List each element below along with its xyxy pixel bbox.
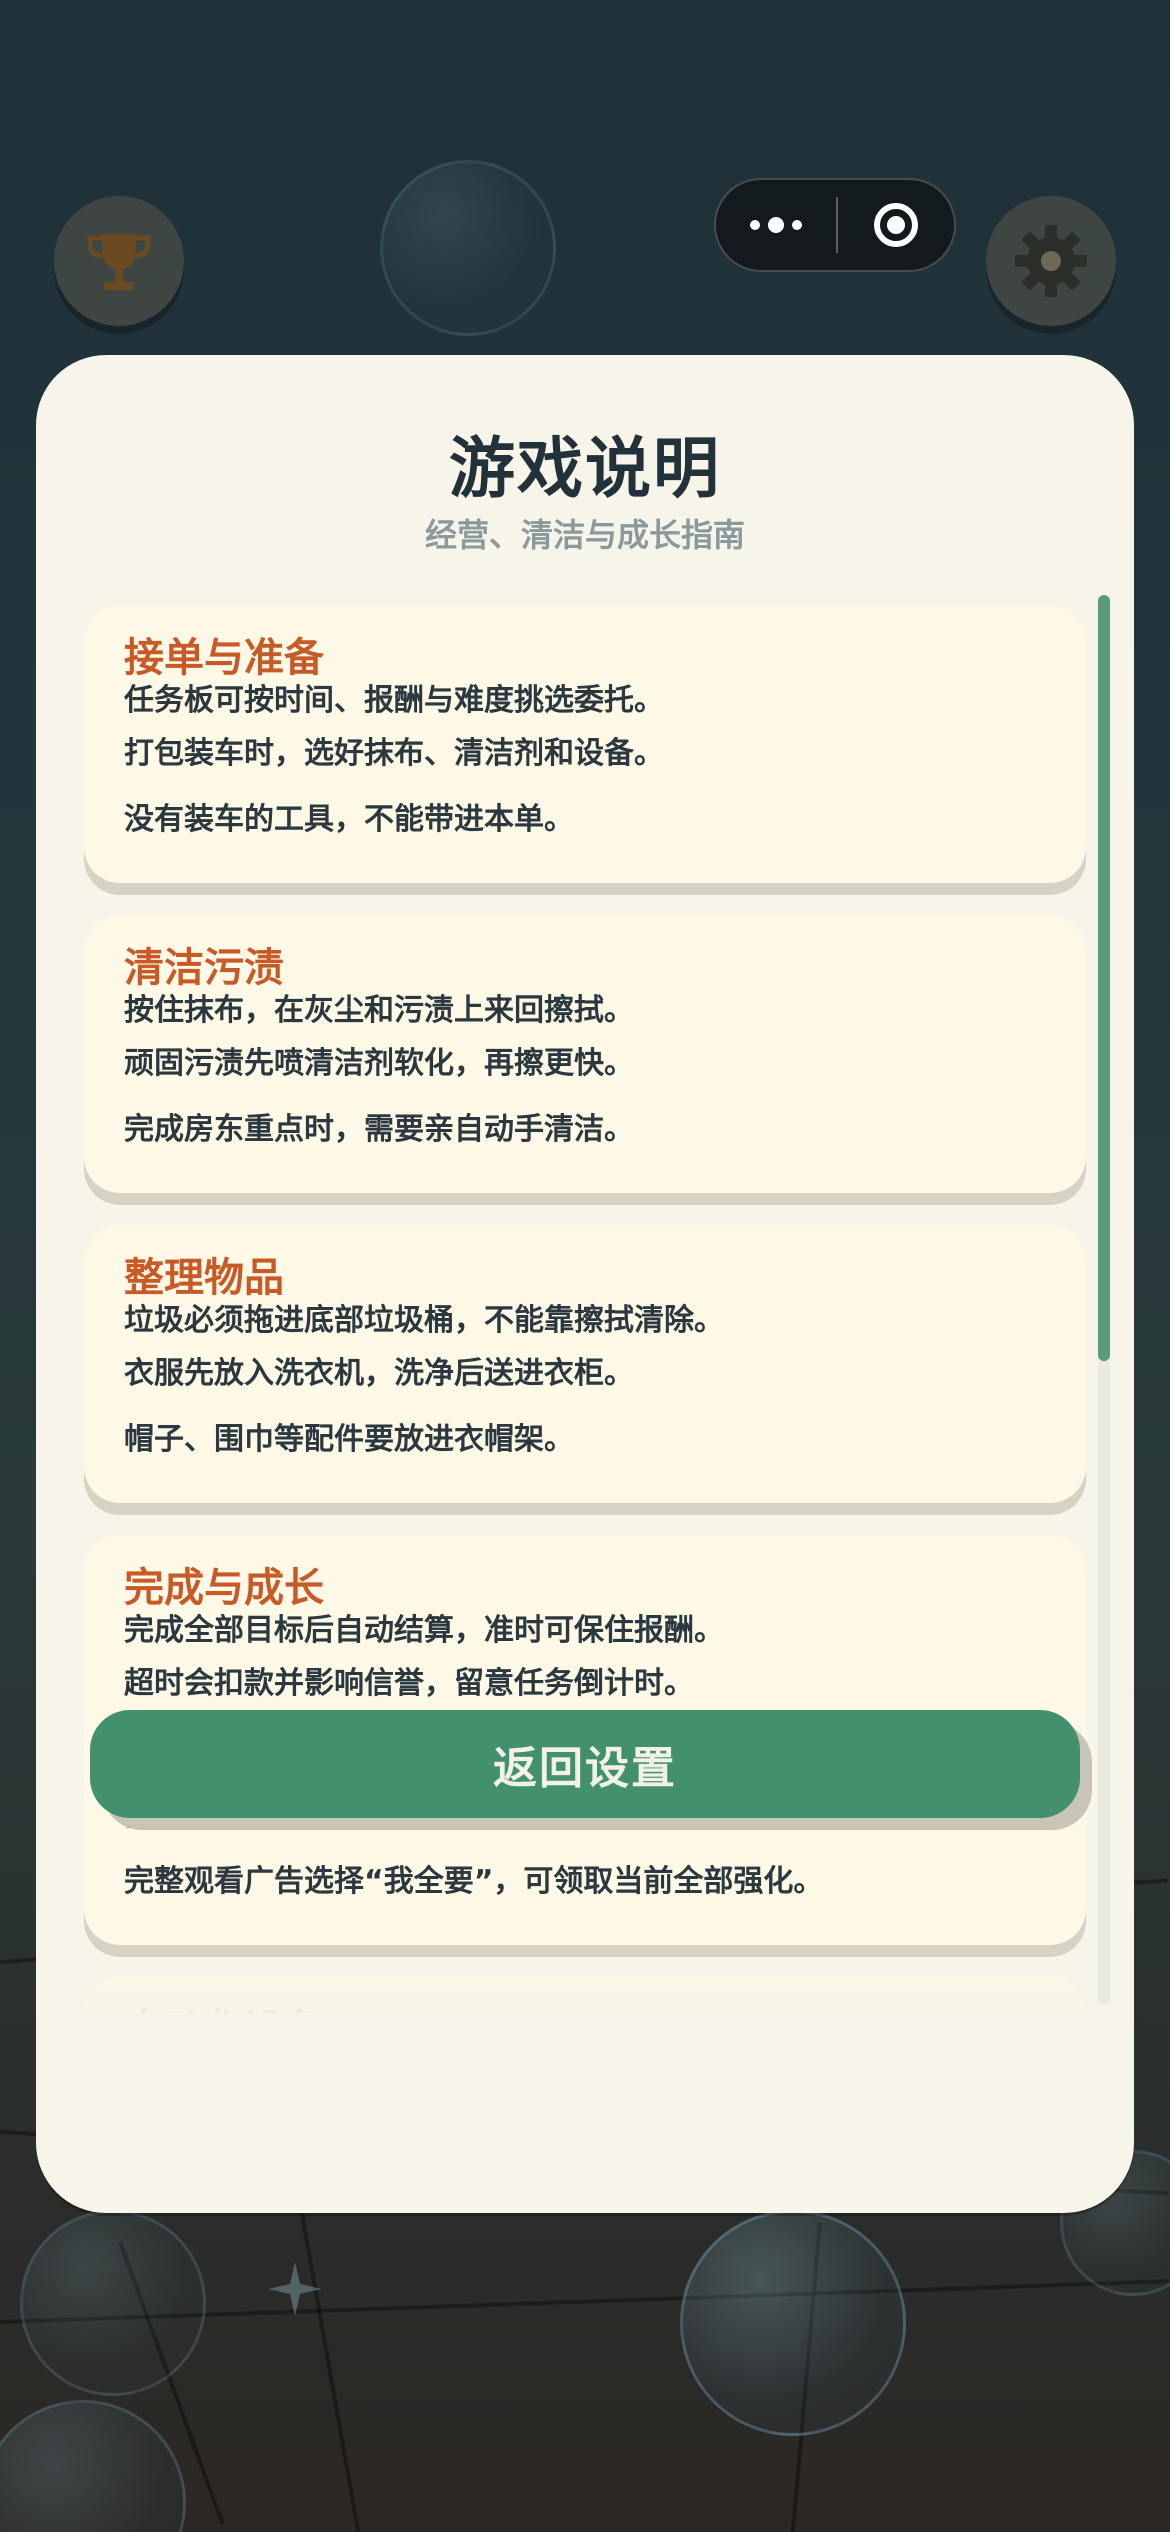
more-menu-button[interactable] [716, 180, 836, 270]
sparkle-icon [268, 2262, 322, 2316]
more-dots-icon [768, 217, 784, 233]
scrollbar-thumb[interactable] [1098, 595, 1110, 1361]
card-title: 整理物品 [124, 1255, 284, 1301]
instruction-card: 清洁污渍 按住抹布，在灰尘和污渍上来回擦拭。 顽固污渍先喷清洁剂软化，再擦更快。 完成… [84, 915, 1086, 1193]
modal-subtitle: 经营、清洁与成长指南 [424, 516, 745, 554]
card-line: 完成全部目标后自动结算，准时可保住报酬。 [124, 1613, 724, 1648]
miniprogram-capsule [714, 178, 956, 272]
close-miniprogram-button[interactable] [838, 180, 954, 270]
gear-icon [1015, 225, 1087, 297]
card-line: 帽子、围巾等配件要放进衣帽架。 [124, 1422, 574, 1457]
instruction-card: 接单与准备 任务板可按时间、报酬与难度挑选委托。 打包装车时，选好抹布、清洁剂和设备… [84, 605, 1086, 883]
card-line: 超时会扣款并影响信誉，留意任务倒计时。 [124, 1666, 694, 1701]
card-line: 顽固污渍先喷清洁剂软化，再擦更快。 [124, 1046, 634, 1081]
settings-button[interactable] [986, 196, 1116, 326]
instructions-modal: 游戏说明 经营、清洁与成长指南 接单与准备 任务板可按时间、报酬与难度挑选委托。打… [36, 355, 1134, 2213]
card-line: 衣服先放入洗衣机，洗净后送进衣柜。 [124, 1356, 634, 1391]
card-title: 接单与准备 [124, 635, 324, 681]
bubble-decoration [0, 2400, 186, 2532]
bubble-decoration [680, 2210, 906, 2436]
trophy-icon [87, 234, 151, 290]
card-line: 完成房东重点时，需要亲自动手清洁。 [124, 1112, 634, 1147]
card-line: 完整观看广告选择“我全要”，可领取当前全部强化。 [124, 1864, 824, 1899]
bubble-decoration [380, 160, 556, 336]
more-dots-icon [792, 220, 802, 230]
instruction-card: 整理物品 垃圾必须拖进底部垃圾桶，不能靠擦拭清除。 衣服先放入洗衣机，洗净后送进衣柜… [84, 1225, 1086, 1503]
return-settings-button[interactable]: 返回设置 [90, 1710, 1080, 1818]
card-line: 打包装车时，选好抹布、清洁剂和设备。 [124, 736, 664, 771]
card-line: 没有装车的工具，不能带进本单。 [124, 802, 574, 837]
modal-title: 游戏说明 [449, 430, 721, 507]
more-dots-icon [750, 220, 760, 230]
card-line: 任务板可按时间、报酬与难度挑选委托。 [124, 683, 664, 718]
card-title: 清洁污渍 [124, 945, 284, 991]
bubble-decoration [20, 2210, 206, 2396]
card-line: 垃圾必须拖进底部垃圾桶，不能靠擦拭清除。 [124, 1303, 724, 1338]
scroll-fade [84, 1965, 1120, 2015]
trophy-button[interactable] [54, 196, 184, 326]
card-line: 按住抹布，在灰尘和污渍上来回擦拭。 [124, 993, 634, 1028]
close-target-icon [874, 203, 918, 247]
card-title: 完成与成长 [124, 1565, 324, 1611]
floor-line [298, 2201, 365, 2532]
